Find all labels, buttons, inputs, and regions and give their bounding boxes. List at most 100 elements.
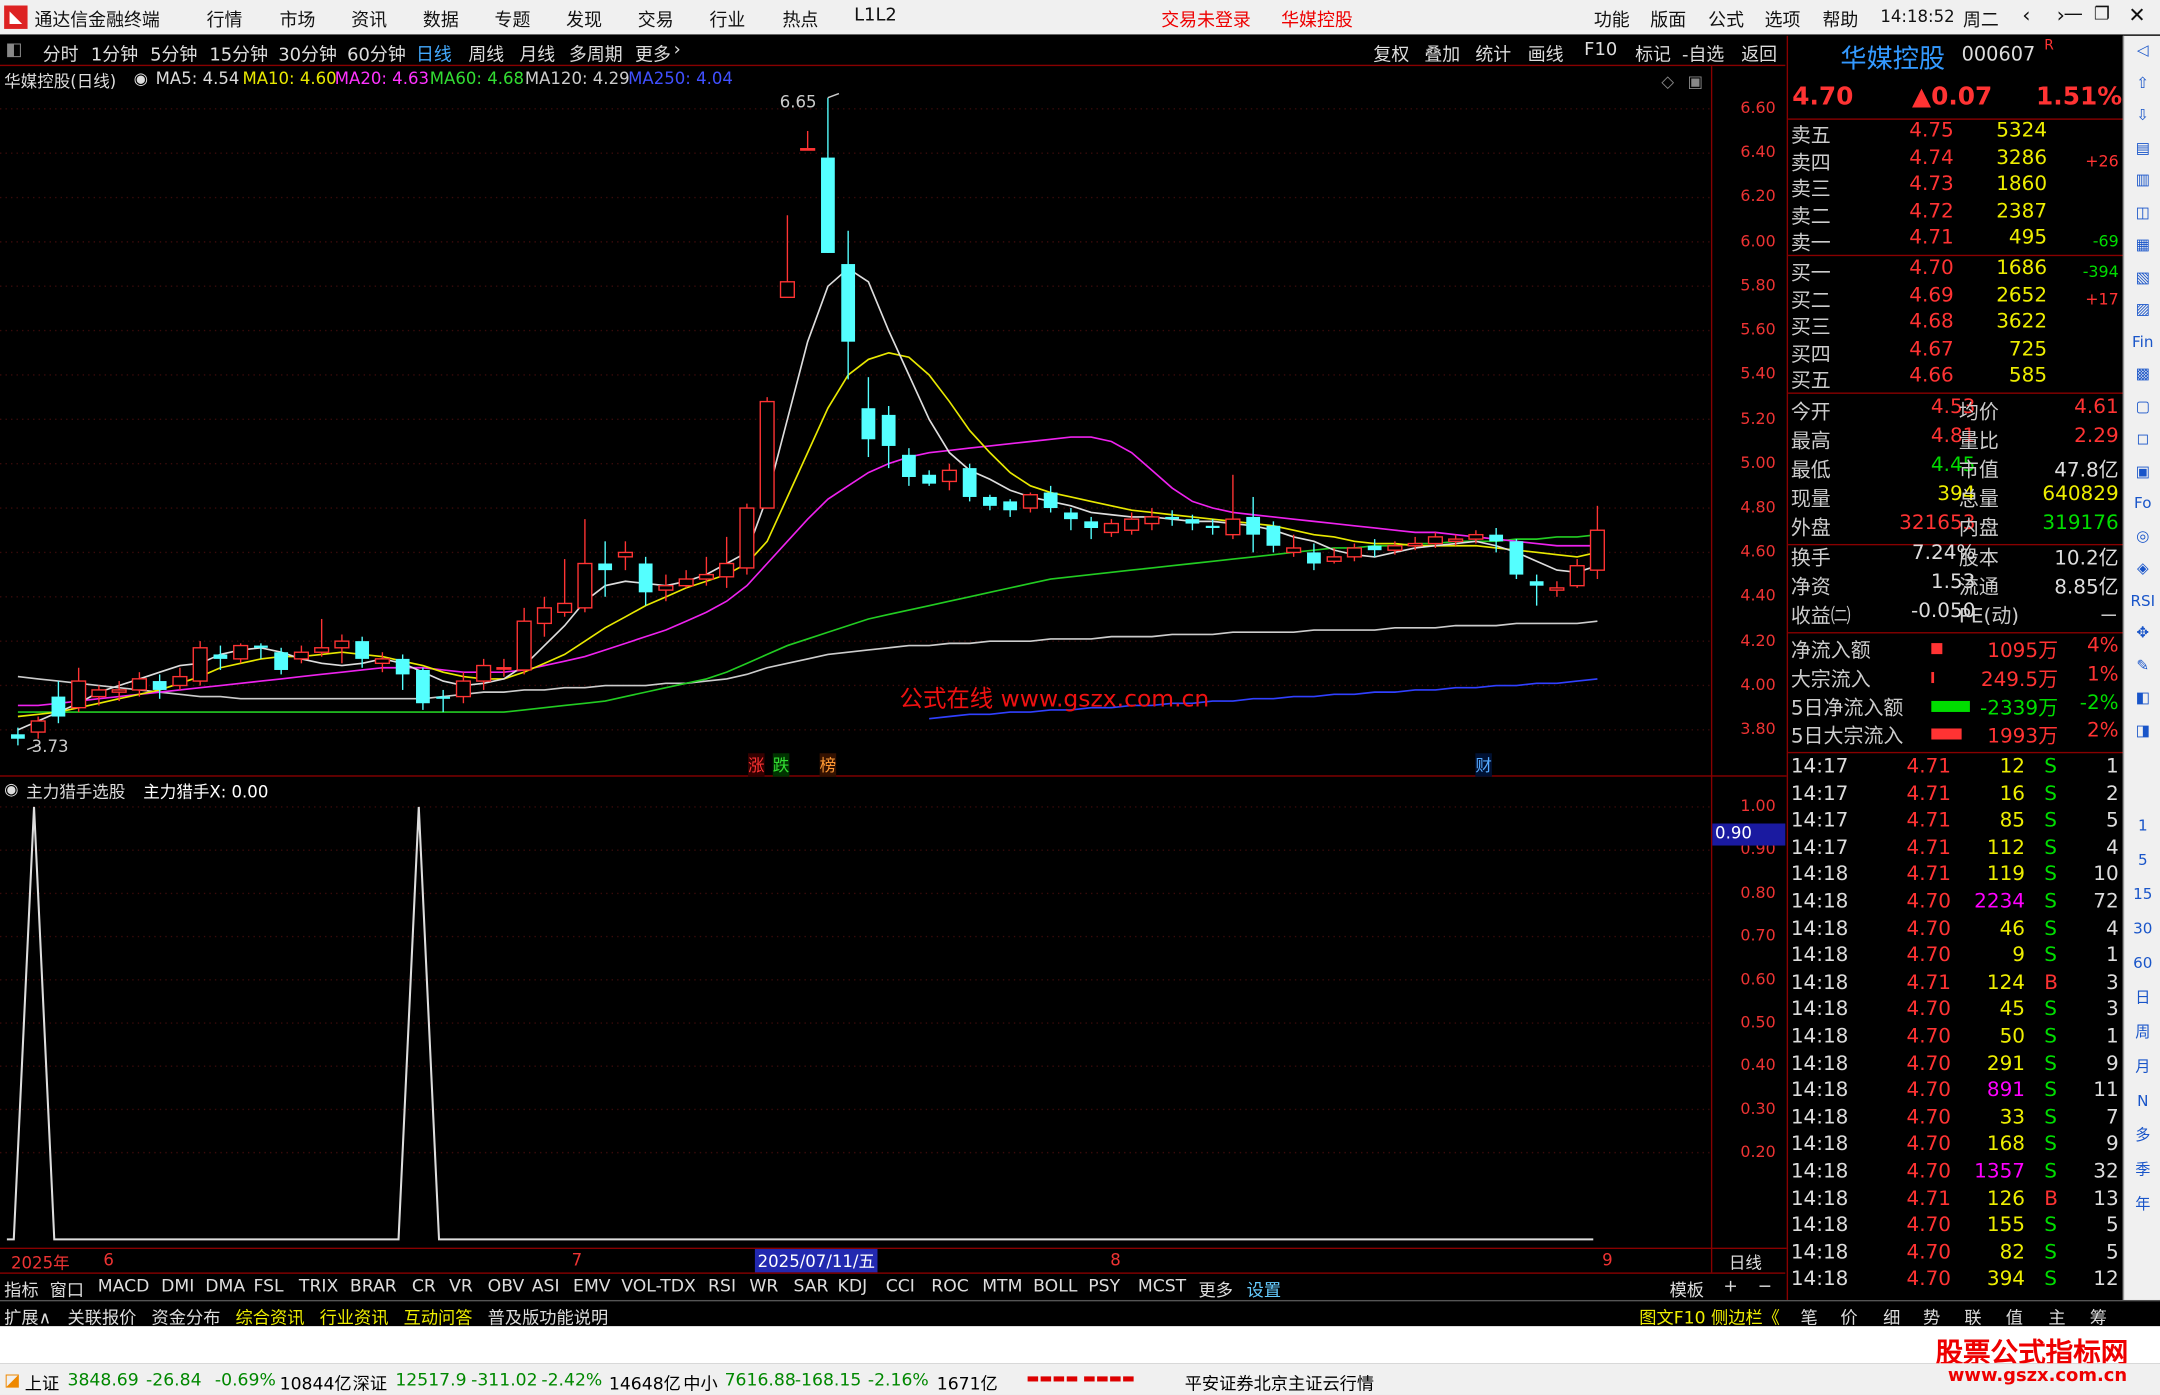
sidebar-tool-icon[interactable]: ✥ [2128, 621, 2157, 646]
indicator-tab[interactable]: OBV [488, 1275, 525, 1296]
sidebar-period[interactable]: 日 [2128, 986, 2157, 1011]
tick-row[interactable]: 14:17 4.71 85 S 5 [1788, 810, 2124, 837]
indicator-tab[interactable]: ASI [532, 1275, 560, 1296]
period-1min[interactable]: 1分钟 [91, 40, 138, 66]
ask-row[interactable]: 卖三 4.73 1860 [1788, 174, 2124, 202]
tick-row[interactable]: 14:18 4.70 50 S 1 [1788, 1026, 2124, 1053]
quote-tab[interactable]: 筹 [2090, 1303, 2107, 1329]
menu-zixun[interactable]: 资讯 [351, 6, 387, 32]
back-arrow-icon[interactable]: ‹ [2022, 3, 2030, 28]
period-fenshi[interactable]: 分时 [43, 40, 79, 66]
tick-row[interactable]: 14:18 4.70 891 S 11 [1788, 1080, 2124, 1107]
indicator-tab[interactable]: BRAR [350, 1275, 397, 1296]
sidebar-period[interactable]: 1 [2128, 814, 2157, 839]
menu-redian[interactable]: 热点 [782, 6, 818, 32]
sidebar-period[interactable]: 30 [2128, 917, 2157, 942]
tick-row[interactable]: 14:17 4.71 12 S 1 [1788, 756, 2124, 783]
tick-row[interactable]: 14:18 4.70 33 S 7 [1788, 1107, 2124, 1134]
sidebar-tool-icon[interactable]: ▣ [2128, 459, 2157, 484]
sidebar-tool-icon[interactable]: RSI [2128, 589, 2157, 614]
menu-hangqing[interactable]: 行情 [207, 6, 243, 32]
quote-tab[interactable]: 势 [1923, 1303, 1940, 1329]
sidebar-tool-icon[interactable]: ▥ [2128, 168, 2157, 193]
quote-tab[interactable]: 值 [2006, 1303, 2023, 1329]
tick-row[interactable]: 14:18 4.70 45 S 3 [1788, 999, 2124, 1026]
minimize-icon[interactable]: — [2064, 3, 2083, 25]
indicator-tab[interactable]: TRIX [299, 1275, 338, 1296]
sidebar-tool-icon[interactable]: ▨ [2128, 297, 2157, 322]
sh-label[interactable]: 上证 [25, 1369, 59, 1395]
indicator-tab[interactable]: FSL [253, 1275, 283, 1296]
ext-tab[interactable]: 关联报价 [67, 1303, 136, 1329]
sidebar-tool-icon[interactable]: ◁ [2128, 39, 2157, 64]
indicator-tab[interactable]: DMA [205, 1275, 245, 1296]
period-15min[interactable]: 15分钟 [209, 40, 268, 66]
sidebar-period[interactable]: 月 [2128, 1055, 2157, 1080]
sidebar-period[interactable]: 多 [2128, 1124, 2157, 1149]
close-icon[interactable]: ✕ [2128, 3, 2145, 28]
sidebar-tool-icon[interactable]: ◧ [2128, 686, 2157, 711]
ind-template[interactable]: 模板 [1670, 1275, 1704, 1301]
period-multi[interactable]: 多周期 [569, 40, 623, 66]
zx-label[interactable]: 中小 [683, 1369, 717, 1395]
period-more[interactable]: 更多 [635, 40, 671, 66]
tick-row[interactable]: 14:18 4.70 1357 S 32 [1788, 1161, 2124, 1188]
tool-f10[interactable]: F10 [1584, 40, 1617, 61]
indicator-tab[interactable]: PSY [1088, 1275, 1120, 1296]
sidebar-tool-icon[interactable]: ⇧ [2128, 71, 2157, 96]
period-monthly[interactable]: 月线 [519, 40, 555, 66]
menu-banmian[interactable]: 版面 [1650, 6, 1686, 32]
indicator-chart[interactable] [0, 777, 1711, 1248]
marker-die[interactable]: 跌 [772, 753, 790, 777]
tick-row[interactable]: 14:17 4.71 112 S 4 [1788, 837, 2124, 864]
sz-label[interactable]: 深证 [353, 1369, 387, 1395]
menu-shuju[interactable]: 数据 [423, 6, 459, 32]
sidebar-period[interactable]: 60 [2128, 952, 2157, 977]
indicator-tab[interactable]: RSI [708, 1275, 736, 1296]
menu-bangzhu[interactable]: 帮助 [1822, 6, 1858, 32]
ind-remove[interactable]: − [1758, 1275, 1772, 1296]
sidebar-tool-icon[interactable]: ◈ [2128, 556, 2157, 581]
sidebar-tool-icon[interactable]: ▩ [2128, 362, 2157, 387]
quote-tab[interactable]: 价 [1840, 1303, 1857, 1329]
bid-row[interactable]: 买五 4.66 585 [1788, 365, 2124, 393]
period-60min[interactable]: 60分钟 [347, 40, 406, 66]
ext-tab[interactable]: 互动问答 [404, 1303, 473, 1329]
indicator-tab[interactable]: MTM [982, 1275, 1022, 1296]
sidebar-period[interactable]: 年 [2128, 1193, 2157, 1218]
period-30min[interactable]: 30分钟 [278, 40, 337, 66]
indicator-tab[interactable]: 设置 [1247, 1275, 1281, 1301]
tick-row[interactable]: 14:18 4.70 82 S 5 [1788, 1242, 2124, 1269]
indicator-tab[interactable]: ROC [931, 1275, 969, 1296]
sidebar-tool-icon[interactable]: ◻ [2128, 427, 2157, 452]
menu-l1l2[interactable]: L1L2 [854, 6, 897, 27]
menu-zhuanti[interactable]: 专题 [495, 6, 531, 32]
tick-row[interactable]: 14:18 4.71 126 B 13 [1788, 1188, 2124, 1215]
indicator-tab[interactable]: SAR [793, 1275, 828, 1296]
candlestick-chart[interactable] [0, 66, 1711, 775]
ind-add[interactable]: + [1723, 1275, 1737, 1296]
menu-jiaoyi[interactable]: 交易 [638, 6, 674, 32]
sidebar-tool-icon[interactable]: ▧ [2128, 265, 2157, 290]
period-5min[interactable]: 5分钟 [150, 40, 197, 66]
indicator-tab[interactable]: DMI [161, 1275, 194, 1296]
sidebar-tool-icon[interactable]: ◎ [2128, 524, 2157, 549]
period-weekly[interactable]: 周线 [468, 40, 504, 66]
indicator-tab[interactable]: WR [749, 1275, 778, 1296]
tick-row[interactable]: 14:18 4.70 2234 S 72 [1788, 891, 2124, 918]
sidebar-tool-icon[interactable]: ◨ [2128, 718, 2157, 743]
indicator-tab[interactable]: MACD [98, 1275, 150, 1296]
menu-faxian[interactable]: 发现 [566, 6, 602, 32]
sidebar-tool-icon[interactable]: Fo [2128, 492, 2157, 517]
bid-row[interactable]: 买四 4.67 725 [1788, 338, 2124, 366]
bid-row[interactable]: 买二 4.69 2652 +17 [1788, 284, 2124, 312]
trade-status[interactable]: 交易未登录 [1161, 6, 1251, 32]
sidebar-tool-icon[interactable]: Fin [2128, 330, 2157, 355]
sidebar-tool-icon[interactable]: ◫ [2128, 200, 2157, 225]
bid-row[interactable]: 买三 4.68 3622 [1788, 311, 2124, 339]
tick-row[interactable]: 14:18 4.70 9 S 1 [1788, 945, 2124, 972]
sidebar-tool-icon[interactable]: ▢ [2128, 395, 2157, 420]
menu-shichang[interactable]: 市场 [280, 6, 316, 32]
ext-right-links[interactable]: 图文F10 侧边栏《 [1639, 1303, 1780, 1329]
indicator-tab[interactable]: KDJ [838, 1275, 868, 1296]
